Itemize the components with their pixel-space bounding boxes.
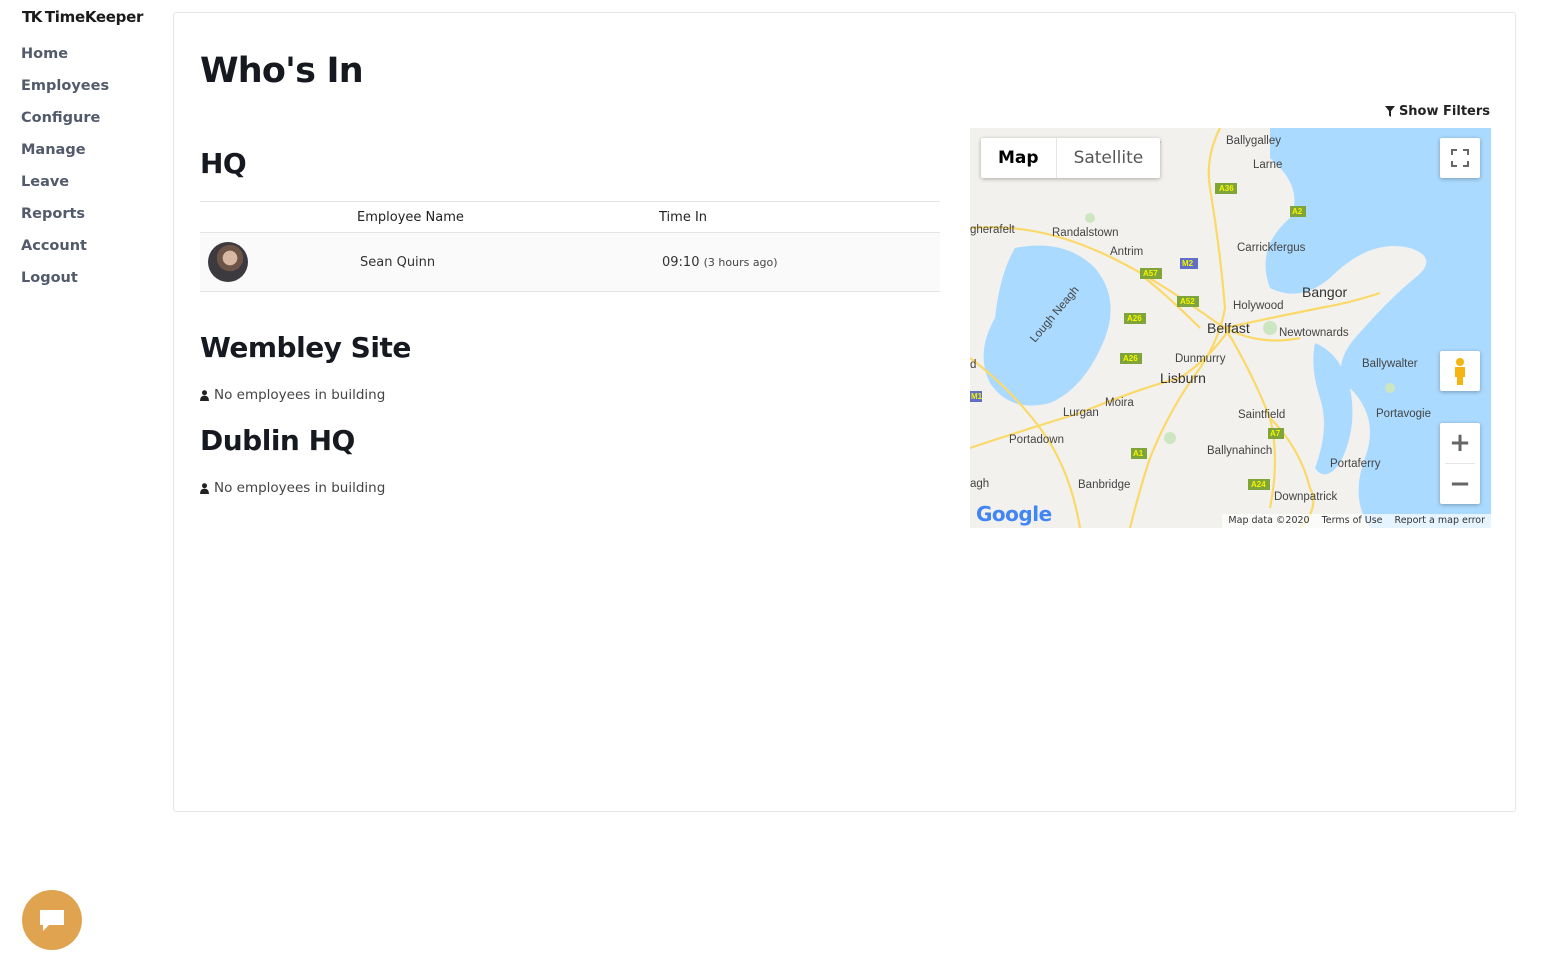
place-label: Ballynahinch (1207, 445, 1272, 457)
place-label: Downpatrick (1274, 491, 1338, 503)
time-in-cell: 09:10 (3 hours ago) (659, 255, 940, 270)
time-ago: (3 hours ago) (703, 255, 778, 269)
time-in-value: 09:10 (662, 254, 700, 270)
fullscreen-icon (1451, 149, 1469, 167)
map-view[interactable]: A36 A2 M2 A57 A52 A26 A26 A7 A1 A24 M1 B… (970, 128, 1491, 528)
place-label: Holywood (1233, 300, 1284, 312)
empty-message-wembley: No employees in building (200, 387, 385, 403)
place-label: Portadown (1009, 434, 1064, 446)
place-label: Portavogie (1376, 408, 1431, 420)
road-label: A1 (1133, 449, 1144, 458)
user-icon (200, 482, 209, 494)
map-canvas[interactable]: A36 A2 M2 A57 A52 A26 A26 A7 A1 A24 M1 B… (970, 128, 1491, 528)
nav-home[interactable]: Home (21, 38, 109, 70)
place-label: Banbridge (1078, 479, 1130, 491)
fullscreen-button[interactable] (1440, 138, 1480, 178)
zoom-in-button[interactable]: + (1440, 423, 1480, 463)
main-card: Who's In Show Filters HQ Employee Name T… (173, 12, 1516, 812)
site-title-wembley: Wembley Site (200, 331, 411, 364)
nav-account[interactable]: Account (21, 230, 109, 262)
road-label: A7 (1270, 429, 1281, 438)
chat-bubble-icon (40, 910, 64, 931)
pegman-icon (1455, 358, 1465, 385)
nav-reports[interactable]: Reports (21, 198, 109, 230)
place-label: Portaferry (1330, 458, 1381, 470)
hq-table: Employee Name Time In Sean Quinn 09:10 (… (200, 201, 940, 292)
street-view-button[interactable] (1440, 351, 1480, 391)
brand-mark: TK (22, 8, 42, 26)
chat-button[interactable] (22, 890, 82, 950)
column-time-in: Time In (659, 209, 708, 225)
google-logo-text: Google (976, 502, 1052, 526)
road-label: A26 (1127, 314, 1142, 323)
empty-message-dublin: No employees in building (200, 480, 385, 496)
table-row[interactable]: Sean Quinn 09:10 (3 hours ago) (200, 233, 940, 292)
place-label: Larne (1253, 159, 1282, 171)
road-label: M2 (1182, 259, 1194, 268)
place-label: gherafelt (970, 224, 1016, 236)
place-label: d (970, 359, 976, 371)
terms-of-use-link[interactable]: Terms of Use (1316, 514, 1389, 528)
map-type-satellite[interactable]: Satellite (1057, 138, 1161, 178)
map-attribution: Map data ©2020 Terms of Use Report a map… (1222, 514, 1491, 528)
place-label: Belfast (1207, 320, 1250, 336)
site-title-dublin: Dublin HQ (200, 424, 355, 457)
employee-name: Sean Quinn (360, 254, 436, 270)
google-logo: Google (976, 502, 1052, 526)
zoom-out-button[interactable]: − (1440, 464, 1480, 504)
place-label: Bangor (1302, 284, 1347, 300)
page-title: Who's In (200, 51, 364, 91)
table-header: Employee Name Time In (200, 202, 940, 233)
user-icon (200, 389, 209, 401)
avatar (208, 242, 248, 282)
map-type-map[interactable]: Map (981, 138, 1057, 178)
show-filters-button[interactable]: Show Filters (1384, 104, 1490, 119)
place-label: Lurgan (1063, 407, 1099, 419)
brand-logo[interactable]: TK TimeKeeper (22, 8, 143, 26)
map-data-text: Map data ©2020 (1228, 515, 1310, 526)
place-label: Randalstown (1052, 227, 1118, 239)
sidebar-nav: Home Employees Configure Manage Leave Re… (21, 38, 109, 294)
road-label: A26 (1123, 354, 1138, 363)
nav-logout[interactable]: Logout (21, 262, 109, 294)
report-map-error-link[interactable]: Report a map error (1389, 514, 1491, 528)
road-label: M1 (971, 392, 983, 401)
road-label: A57 (1143, 269, 1158, 278)
nav-manage[interactable]: Manage (21, 134, 109, 166)
place-label: agh (970, 478, 989, 490)
brand-name: TimeKeeper (44, 8, 144, 26)
show-filters-label: Show Filters (1398, 104, 1490, 119)
site-title-hq: HQ (200, 147, 247, 180)
road-label: A52 (1180, 297, 1195, 306)
nav-configure[interactable]: Configure (21, 102, 109, 134)
road-label: A36 (1219, 184, 1234, 193)
place-label: Antrim (1110, 246, 1143, 258)
column-employee-name: Employee Name (357, 209, 464, 225)
place-label: Dunmurry (1175, 353, 1226, 365)
place-label: Ballywalter (1362, 358, 1418, 370)
place-label: Newtownards (1279, 327, 1349, 339)
place-label: Carrickfergus (1237, 242, 1306, 254)
map-type-control: Map Satellite (981, 138, 1161, 178)
place-label: Ballygalley (1226, 135, 1281, 147)
zoom-control: + − (1440, 423, 1480, 504)
nav-employees[interactable]: Employees (21, 70, 109, 102)
road-label: A24 (1251, 480, 1266, 489)
place-label: Lisburn (1160, 370, 1206, 386)
road-label: A2 (1292, 207, 1303, 216)
place-label: Moira (1105, 397, 1134, 409)
nav-leave[interactable]: Leave (21, 166, 109, 198)
filter-icon (1384, 106, 1395, 117)
place-label: Saintfield (1238, 409, 1285, 421)
